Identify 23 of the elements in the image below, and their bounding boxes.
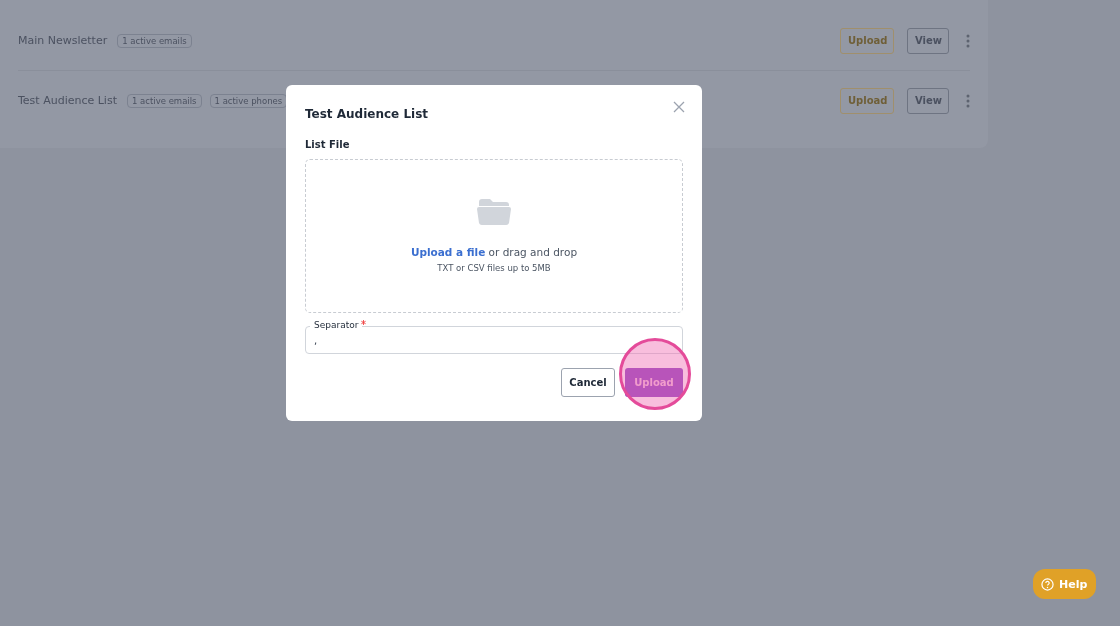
field-label: Separator <box>310 320 363 330</box>
close-icon[interactable] <box>673 101 685 113</box>
file-hint: TXT or CSV files up to 5MB <box>437 263 551 273</box>
upload-button[interactable]: Upload <box>840 27 894 54</box>
upload-instruction: Upload a file or drag and drop <box>410 246 578 258</box>
folder-icon <box>477 198 511 226</box>
question-icon <box>1041 577 1054 591</box>
view-button[interactable]: View <box>907 27 949 54</box>
list-name: Test Audience List <box>18 94 117 107</box>
file-dropzone[interactable]: Upload a file or drag and drop TXT or CSV files up to 5MB <box>305 159 683 313</box>
upload-button[interactable]: Upload <box>625 368 683 397</box>
section-label: List File <box>305 139 351 150</box>
help-label: Help <box>1059 577 1088 591</box>
cancel-button[interactable]: Cancel <box>561 368 615 397</box>
field-value: , <box>314 335 318 346</box>
count-badge: 1 active emails <box>117 33 192 48</box>
list-name: Main Newsletter <box>18 34 108 47</box>
count-badge: 1 active emails <box>127 93 202 108</box>
upload-link[interactable]: Upload a file <box>410 246 486 258</box>
help-button[interactable]: Help <box>1033 569 1096 599</box>
upload-button[interactable]: Upload <box>840 87 894 114</box>
dialog-title: Test Audience List <box>305 107 429 121</box>
view-button[interactable]: View <box>907 87 949 114</box>
